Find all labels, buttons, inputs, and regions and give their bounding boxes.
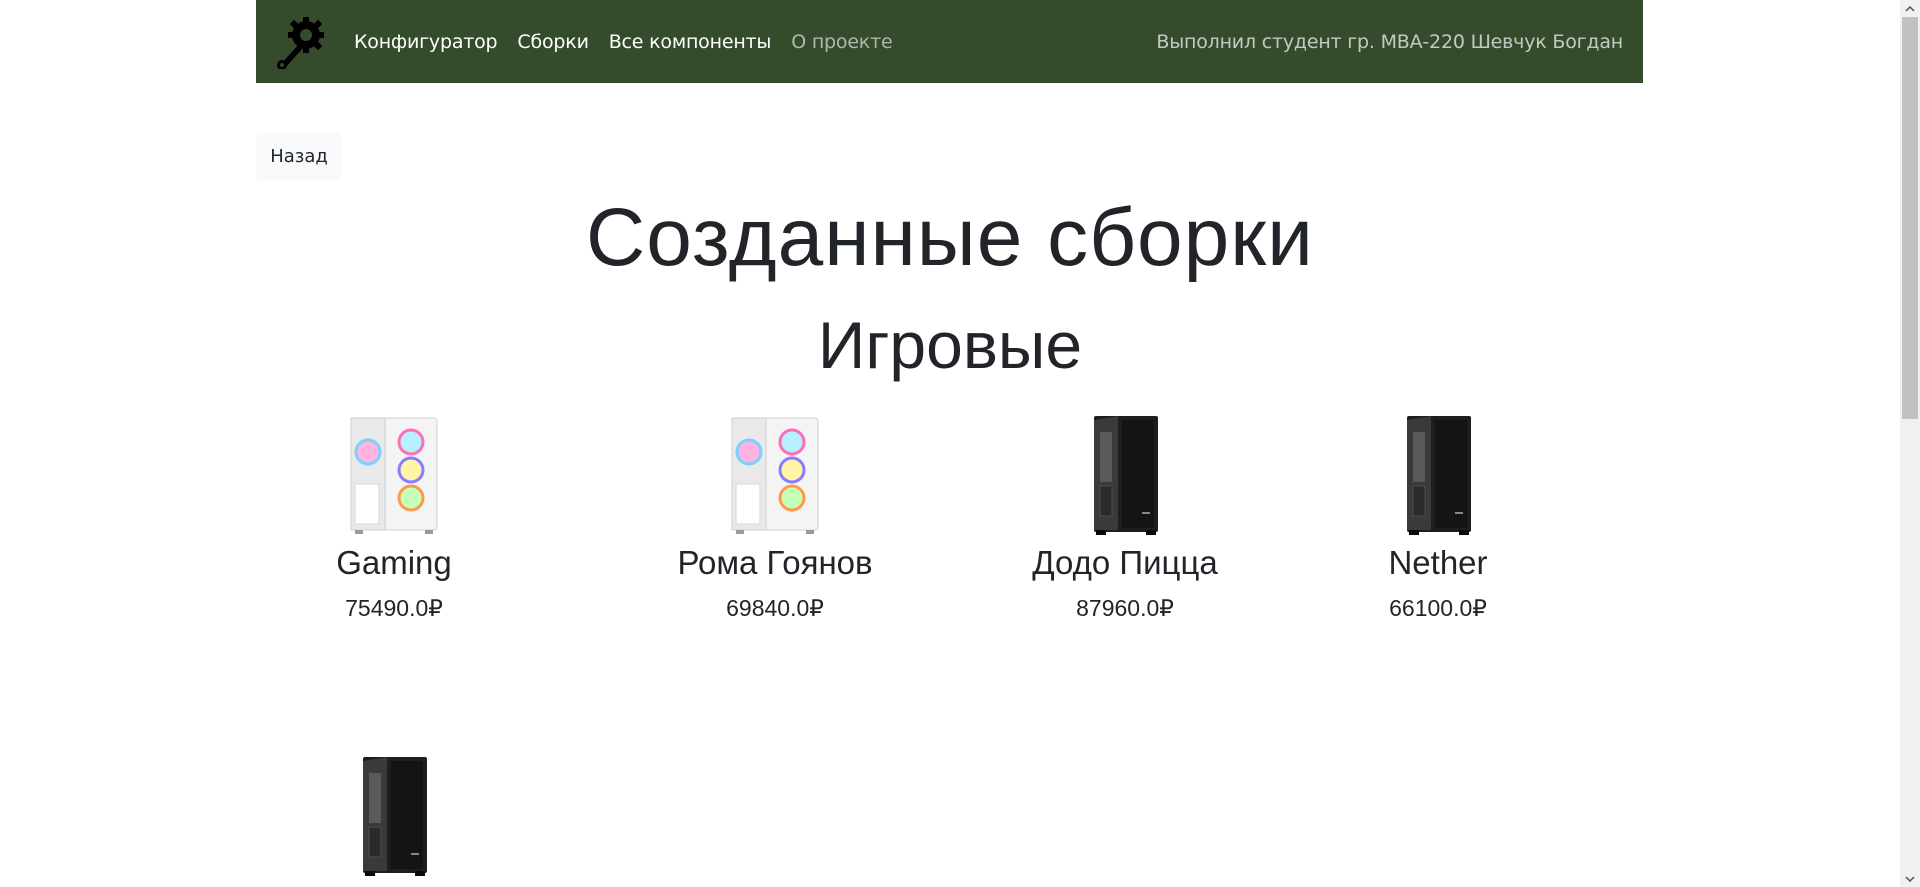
white-rgb-case-icon [350,417,438,534]
build-price: 87960.0₽ [1076,595,1174,621]
build-card[interactable] [284,753,504,887]
nav-link-all-components[interactable]: Все компоненты [609,31,772,53]
scroll-up-arrow-icon[interactable] [1900,0,1920,17]
black-glass-case-icon [1407,416,1471,535]
scroll-thumb[interactable] [1902,17,1918,419]
build-name: Додо Пицца [1032,544,1218,581]
page-title: Созданные сборки [586,192,1314,283]
build-name: Gaming [336,544,452,581]
white-rgb-case-icon [731,417,819,534]
page: Конфигуратор Сборки Все компоненты О про… [0,0,1920,887]
nav-link-about[interactable]: О проекте [791,31,892,53]
back-button[interactable]: Назад [256,133,342,180]
build-card[interactable]: Додо Пицца 87960.0₽ [1015,412,1235,624]
black-glass-case-icon [1094,416,1158,535]
black-glass-case-icon [363,757,427,876]
build-price: 69840.0₽ [726,595,824,621]
build-price: 66100.0₽ [1389,595,1487,621]
nav-links: Конфигуратор Сборки Все компоненты О про… [354,31,912,53]
build-card[interactable]: Gaming 75490.0₽ [284,412,504,624]
nav-link-builds[interactable]: Сборки [517,31,588,53]
build-price: 75490.0₽ [345,595,443,621]
scroll-down-arrow-icon[interactable] [1900,870,1920,887]
build-card[interactable]: Рома Гоянов 69840.0₽ [665,412,885,624]
build-name: Рома Гоянов [677,544,873,581]
wrench-gear-logo-icon[interactable] [274,15,328,69]
vertical-scrollbar[interactable] [1900,0,1920,887]
section-title: Игровые [817,308,1083,382]
author-text: Выполнил студент гр. МВА-220 Шевчук Богд… [1156,30,1623,53]
build-name: Nether [1388,544,1488,581]
build-card[interactable]: Nether 66100.0₽ [1328,412,1548,624]
nav-link-configurator[interactable]: Конфигуратор [354,31,498,53]
navbar: Конфигуратор Сборки Все компоненты О про… [256,0,1643,83]
